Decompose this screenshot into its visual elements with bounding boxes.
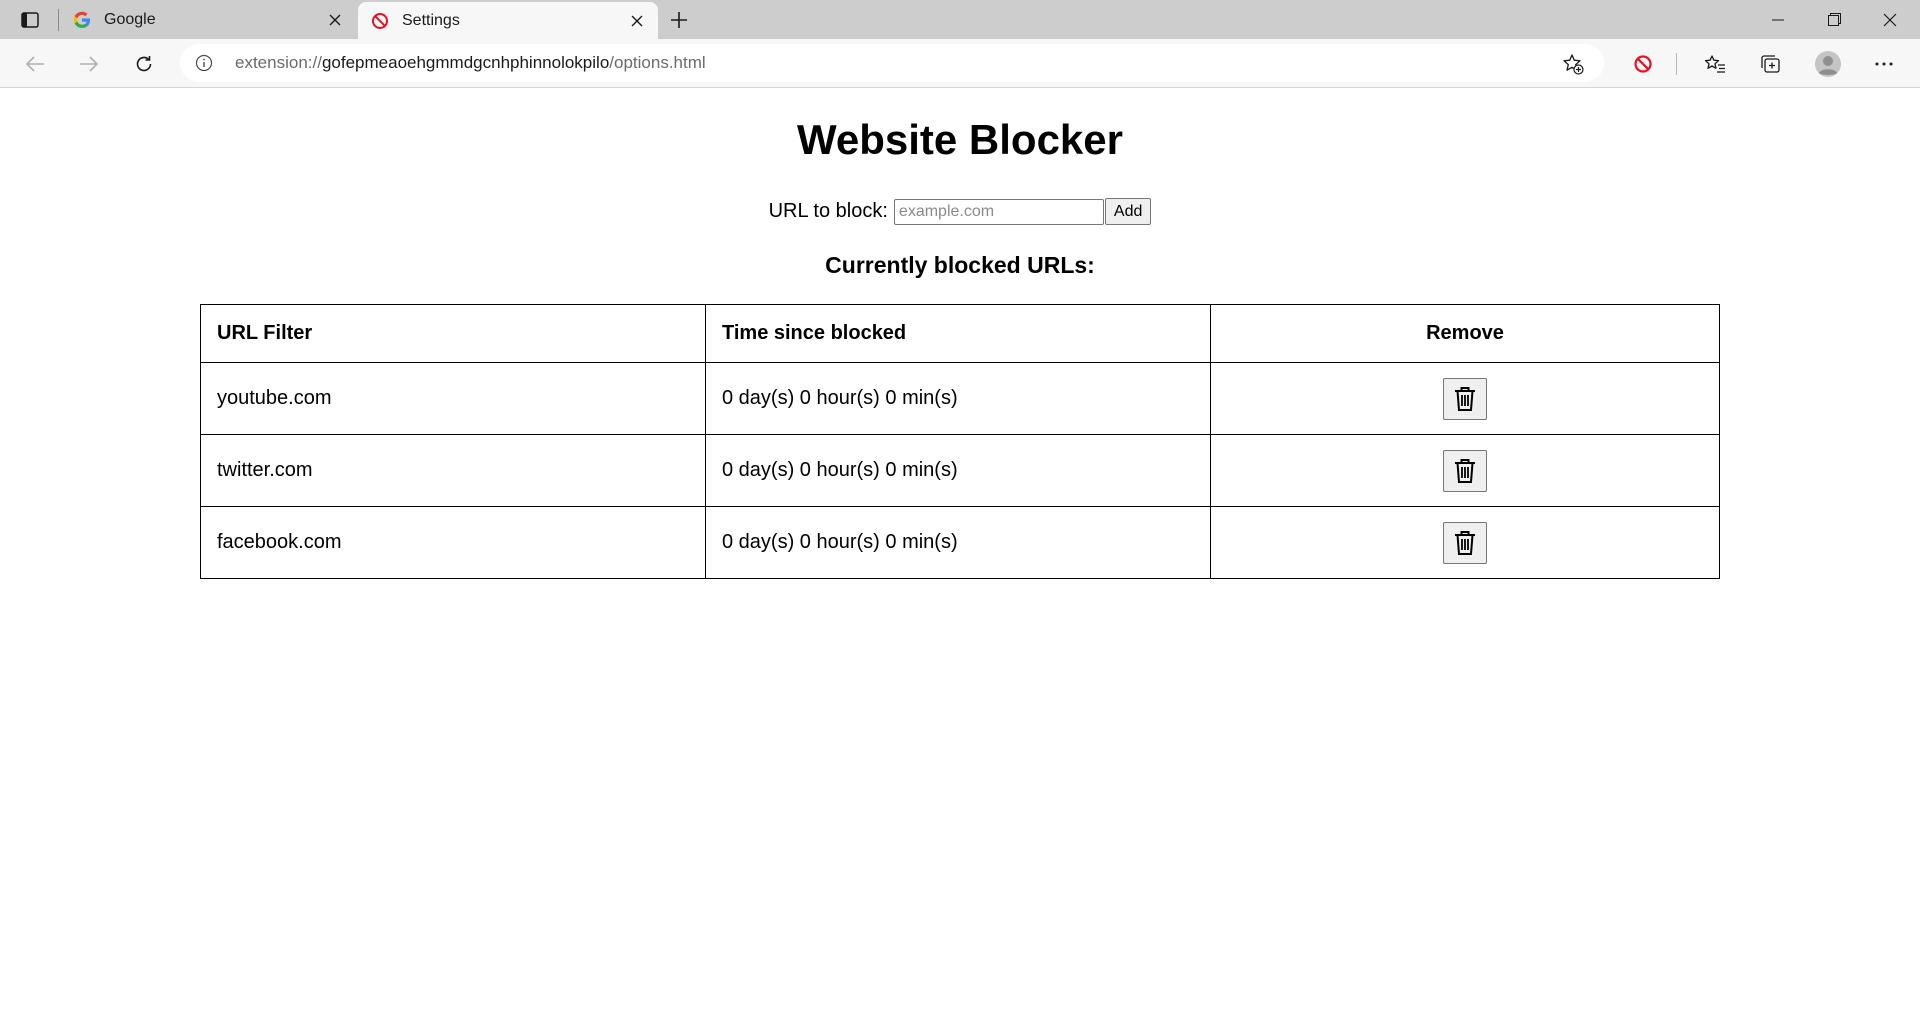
remove-cell <box>1210 434 1720 507</box>
back-button[interactable] <box>18 47 52 81</box>
table-row: facebook.com 0 day(s) 0 hour(s) 0 min(s) <box>200 506 1720 579</box>
google-g-icon <box>72 10 92 30</box>
refresh-button[interactable] <box>127 47 161 81</box>
tab-google[interactable]: Google <box>60 0 356 39</box>
block-icon <box>370 11 390 31</box>
time-cell: 0 day(s) 0 hour(s) 0 min(s) <box>705 362 1211 435</box>
remove-button[interactable] <box>1443 521 1487 564</box>
tab-settings[interactable]: Settings <box>358 2 658 39</box>
toolbar-divider <box>1676 53 1677 75</box>
remove-button[interactable] <box>1443 449 1487 492</box>
collections-icon <box>1761 55 1780 73</box>
plus-icon <box>671 12 687 28</box>
minimize-icon <box>1772 19 1784 20</box>
tab-actions-icon <box>21 12 39 28</box>
add-button[interactable]: Add <box>1104 198 1152 225</box>
new-tab-button[interactable] <box>664 6 694 34</box>
add-favorite-icon[interactable] <box>1560 51 1586 77</box>
blocked-urls-table: URL Filter Time since blocked Remove you… <box>200 304 1720 579</box>
time-cell: 0 day(s) 0 hour(s) 0 min(s) <box>705 434 1211 507</box>
address-url: extension://gofepmeaoehgmmdgcnhphinnolok… <box>235 53 706 73</box>
url-cell: twitter.com <box>200 434 706 507</box>
url-input[interactable] <box>893 198 1104 225</box>
favorites-list-icon <box>1704 55 1725 73</box>
restore-button[interactable] <box>1806 0 1862 39</box>
tab-title: Google <box>104 10 156 28</box>
url-cell: youtube.com <box>200 362 706 435</box>
site-info-icon[interactable] <box>194 53 214 73</box>
forward-button[interactable] <box>72 47 106 81</box>
tab-strip: Google Settings <box>0 0 1920 39</box>
back-arrow-icon <box>25 56 44 72</box>
minimize-button[interactable] <box>1750 0 1806 39</box>
close-tab-icon[interactable] <box>626 10 648 32</box>
add-url-form: URL to block: Add <box>0 198 1920 225</box>
avatar <box>1815 51 1841 77</box>
trash-icon <box>1455 386 1475 411</box>
close-tab-icon[interactable] <box>324 9 346 31</box>
url-input-label: URL to block: <box>768 200 888 222</box>
close-window-button[interactable] <box>1862 0 1918 39</box>
url-host: gofepmeaoehgmmdgcnhphinnolokpilo <box>321 53 610 72</box>
forward-arrow-icon <box>80 56 99 72</box>
url-cell: facebook.com <box>200 506 706 579</box>
table-row: twitter.com 0 day(s) 0 hour(s) 0 min(s) <box>200 434 1720 507</box>
url-scheme: extension:// <box>235 53 322 72</box>
page-title: Website Blocker <box>796 116 1123 163</box>
settings-menu-button[interactable] <box>1867 47 1901 81</box>
profile-button[interactable] <box>1811 47 1845 81</box>
tab-strip-divider <box>58 9 59 31</box>
table-header-row: URL Filter Time since blocked Remove <box>200 304 1720 363</box>
refresh-icon <box>136 56 152 72</box>
url-path: /options.html <box>609 53 706 72</box>
browser-toolbar: extension://gofepmeaoehgmmdgcnhphinnolok… <box>0 39 1920 88</box>
time-cell: 0 day(s) 0 hour(s) 0 min(s) <box>705 506 1211 579</box>
trash-icon <box>1455 530 1475 555</box>
tab-title: Settings <box>402 11 460 29</box>
trash-icon <box>1455 458 1475 483</box>
address-bar[interactable]: extension://gofepmeaoehgmmdgcnhphinnolok… <box>180 44 1604 82</box>
close-icon <box>1883 13 1897 26</box>
restore-icon <box>1827 13 1841 26</box>
collections-button[interactable] <box>1753 47 1787 81</box>
table-row: youtube.com 0 day(s) 0 hour(s) 0 min(s) <box>200 362 1720 435</box>
blocked-list-heading: Currently blocked URLs: <box>825 252 1095 278</box>
remove-cell <box>1210 362 1720 435</box>
extension-blocker-button[interactable] <box>1626 47 1660 81</box>
more-horizontal-icon <box>1875 62 1893 66</box>
column-header-remove: Remove <box>1210 304 1720 363</box>
block-icon <box>1634 55 1652 73</box>
remove-cell <box>1210 506 1720 579</box>
column-header-url: URL Filter <box>200 304 706 363</box>
column-header-time: Time since blocked <box>705 304 1211 363</box>
tab-actions-button[interactable] <box>14 7 46 33</box>
remove-button[interactable] <box>1443 377 1487 420</box>
favorites-button[interactable] <box>1698 47 1732 81</box>
